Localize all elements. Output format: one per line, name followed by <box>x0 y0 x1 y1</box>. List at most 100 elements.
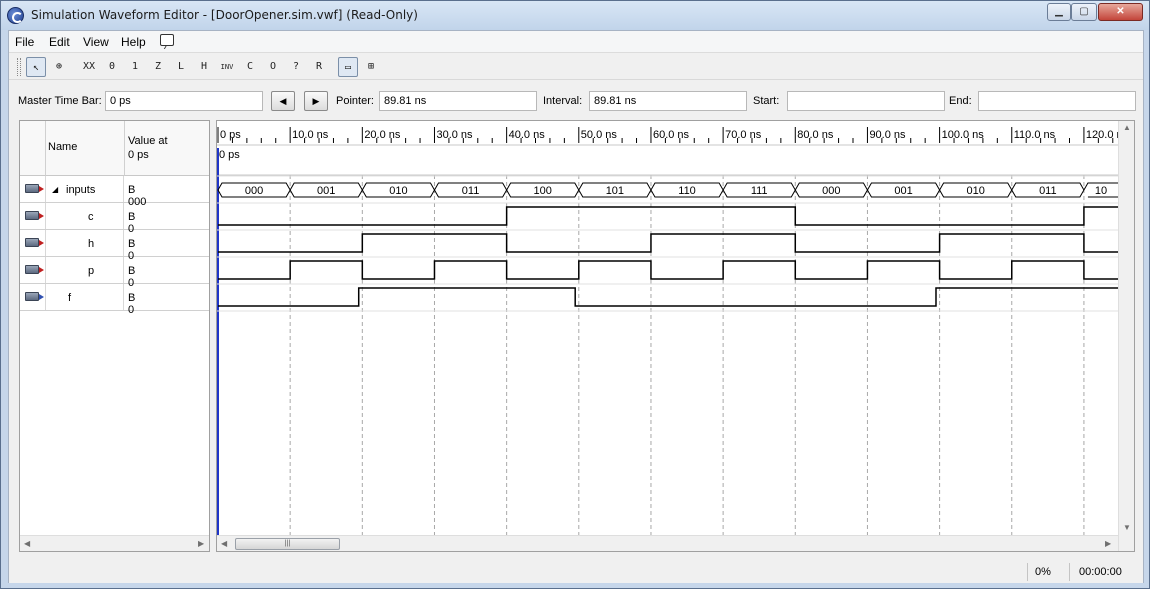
signal-row[interactable]: pB 0 <box>20 257 209 289</box>
bus-value-label: 011 <box>1039 185 1057 197</box>
signal-name: c <box>88 211 94 223</box>
force-high-icon[interactable]: 1 <box>125 57 145 77</box>
value-column-header[interactable]: Value at 0 ps <box>125 121 209 176</box>
bus-value-label: 000 <box>822 185 840 197</box>
minimize-button[interactable]: ▁ <box>1047 3 1071 21</box>
waveform-h[interactable] <box>218 233 1118 253</box>
close-button[interactable]: ✕ <box>1098 3 1143 21</box>
status-separator <box>1027 563 1028 581</box>
time-label: 0 ps <box>220 129 241 141</box>
scroll-down-arrow-icon[interactable]: ▼ <box>1123 523 1131 532</box>
force-hi-z-icon[interactable]: Z <box>148 57 168 77</box>
invert-icon[interactable]: INV <box>217 57 237 77</box>
toolbar-grip[interactable] <box>17 58 21 76</box>
force-low-icon[interactable]: 0 <box>102 57 122 77</box>
next-transition-button[interactable]: ▶ <box>304 91 328 111</box>
signal-row[interactable]: hB 0 <box>20 230 209 262</box>
bus-value-label: 100 <box>534 185 552 197</box>
previous-transition-button[interactable]: ◀ <box>271 91 295 111</box>
force-weak-low-icon[interactable]: L <box>171 57 191 77</box>
pointer-icon[interactable]: ↖ <box>26 57 46 77</box>
pointer-field[interactable]: 89.81 ns <box>379 91 537 111</box>
signal-name-cell[interactable]: c <box>46 203 124 229</box>
zoom-icon[interactable]: ⊕ <box>49 57 69 77</box>
bus-value-label: 110 <box>678 185 696 197</box>
signal-list-panel: Name Value at 0 ps ◢ inputs B 000 c B 0hB 0p… <box>19 120 210 552</box>
signal-row[interactable]: ◢ inputs B 000 <box>20 176 209 208</box>
master-time-bar-field[interactable]: 0 ps <box>105 91 263 111</box>
signal-type-cell <box>20 176 46 202</box>
end-field[interactable] <box>978 91 1136 111</box>
signal-name-cell[interactable]: ◢ inputs <box>46 176 124 202</box>
count-value-icon[interactable]: C <box>240 57 260 77</box>
pointer-label: Pointer: <box>336 95 374 107</box>
signal-name-cell[interactable]: h <box>46 230 124 256</box>
time-label: 20.0 ns <box>364 129 401 141</box>
interval-field[interactable]: 89.81 ns <box>589 91 747 111</box>
bus-value-label: 011 <box>462 185 480 197</box>
maximize-button[interactable]: ▢ <box>1071 3 1097 21</box>
signal-value: B 0 <box>128 292 136 316</box>
time-label: 120.0 ns <box>1086 129 1118 141</box>
app-window: Simulation Waveform Editor - [DoorOpener… <box>0 0 1150 589</box>
time-label: 10.0 ns <box>292 129 329 141</box>
waveform-canvas[interactable]: 0 ps 10.0 ns 20.0 ns 30.0 ns 40.0 ns 50.0 ns 6… <box>217 121 1118 535</box>
name-column-label: Name <box>48 141 78 153</box>
status-separator <box>1069 563 1070 581</box>
master-time-bar-label: Master Time Bar: <box>18 95 102 107</box>
overwrite-clock-icon[interactable]: O <box>263 57 283 77</box>
force-weak-high-icon[interactable]: H <box>194 57 214 77</box>
title-bar[interactable]: Simulation Waveform Editor - [DoorOpener… <box>1 1 1149 30</box>
signal-type-cell <box>20 230 46 256</box>
random-values-icon[interactable]: ? <box>286 57 306 77</box>
menu-bar: File Edit View Help <box>9 31 1143 53</box>
expand-collapse-icon[interactable]: ◢ <box>52 185 58 194</box>
arbitrary-value-icon[interactable]: R <box>309 57 329 77</box>
signal-row[interactable]: f B 0 <box>20 284 209 316</box>
end-label: End: <box>949 95 972 107</box>
signal-list-hscrollbar[interactable]: ◀ ▶ <box>20 535 209 551</box>
status-progress: 0% <box>1035 566 1051 578</box>
bus-value-label: 010 <box>389 185 407 197</box>
grid-settings-icon[interactable]: ⊞ <box>361 57 381 77</box>
icon-column-header <box>20 121 46 176</box>
feedback-icon[interactable] <box>160 34 174 46</box>
waveform-f[interactable] <box>218 287 1118 307</box>
time-label: 80.0 ns <box>797 129 834 141</box>
waveform-hscrollbar[interactable]: ◀ ||| ▶ <box>217 535 1118 551</box>
signal-name-cell[interactable]: f <box>46 284 124 310</box>
toolbar: ↖ ⊕ XX 0 1 Z L H INV C O? R ▭ ⊞ <box>9 54 1143 80</box>
menu-help[interactable]: Help <box>121 35 146 49</box>
signal-row[interactable]: cB 0 <box>20 203 209 235</box>
menu-file[interactable]: File <box>15 35 34 49</box>
waveform-p[interactable] <box>218 260 1118 280</box>
wave-scroll-left-arrow-icon[interactable]: ◀ <box>221 539 227 548</box>
scroll-left-arrow-icon[interactable]: ◀ <box>24 539 30 548</box>
wave-scroll-thumb[interactable]: ||| <box>235 538 340 550</box>
signal-name-cell[interactable]: p <box>46 257 124 283</box>
start-label: Start: <box>753 95 780 107</box>
scroll-up-arrow-icon[interactable]: ▲ <box>1123 123 1131 132</box>
waveform-vscrollbar[interactable]: ▲ ▼ <box>1118 121 1134 551</box>
scroll-right-arrow-icon[interactable]: ▶ <box>198 539 204 548</box>
window-title: Simulation Waveform Editor - [DoorOpener… <box>31 8 418 22</box>
menu-view[interactable]: View <box>83 35 109 49</box>
wave-scroll-right-arrow-icon[interactable]: ▶ <box>1105 539 1111 548</box>
menu-edit[interactable]: Edit <box>49 35 70 49</box>
signal-name: f <box>68 292 72 304</box>
signal-name: inputs <box>66 184 96 196</box>
start-field[interactable] <box>787 91 945 111</box>
value-column-label-line2: 0 ps <box>128 149 149 161</box>
waveform-panel[interactable]: 0 ps 10.0 ns 20.0 ns 30.0 ns 40.0 ns 50.0 ns 6… <box>216 120 1135 552</box>
signal-type-cell <box>20 257 46 283</box>
time-label: 30.0 ns <box>436 129 473 141</box>
force-unknown-icon[interactable]: XX <box>79 57 99 77</box>
input-pin-icon <box>25 211 44 220</box>
waveform-c[interactable] <box>218 206 1118 226</box>
name-column-header[interactable]: Name <box>46 121 125 176</box>
time-label: 40.0 ns <box>509 129 546 141</box>
time-label: 50.0 ns <box>581 129 618 141</box>
master-marker-label: 0 ps <box>219 149 240 161</box>
snap-to-grid-icon[interactable]: ▭ <box>338 57 358 77</box>
input-pin-icon <box>25 184 44 193</box>
